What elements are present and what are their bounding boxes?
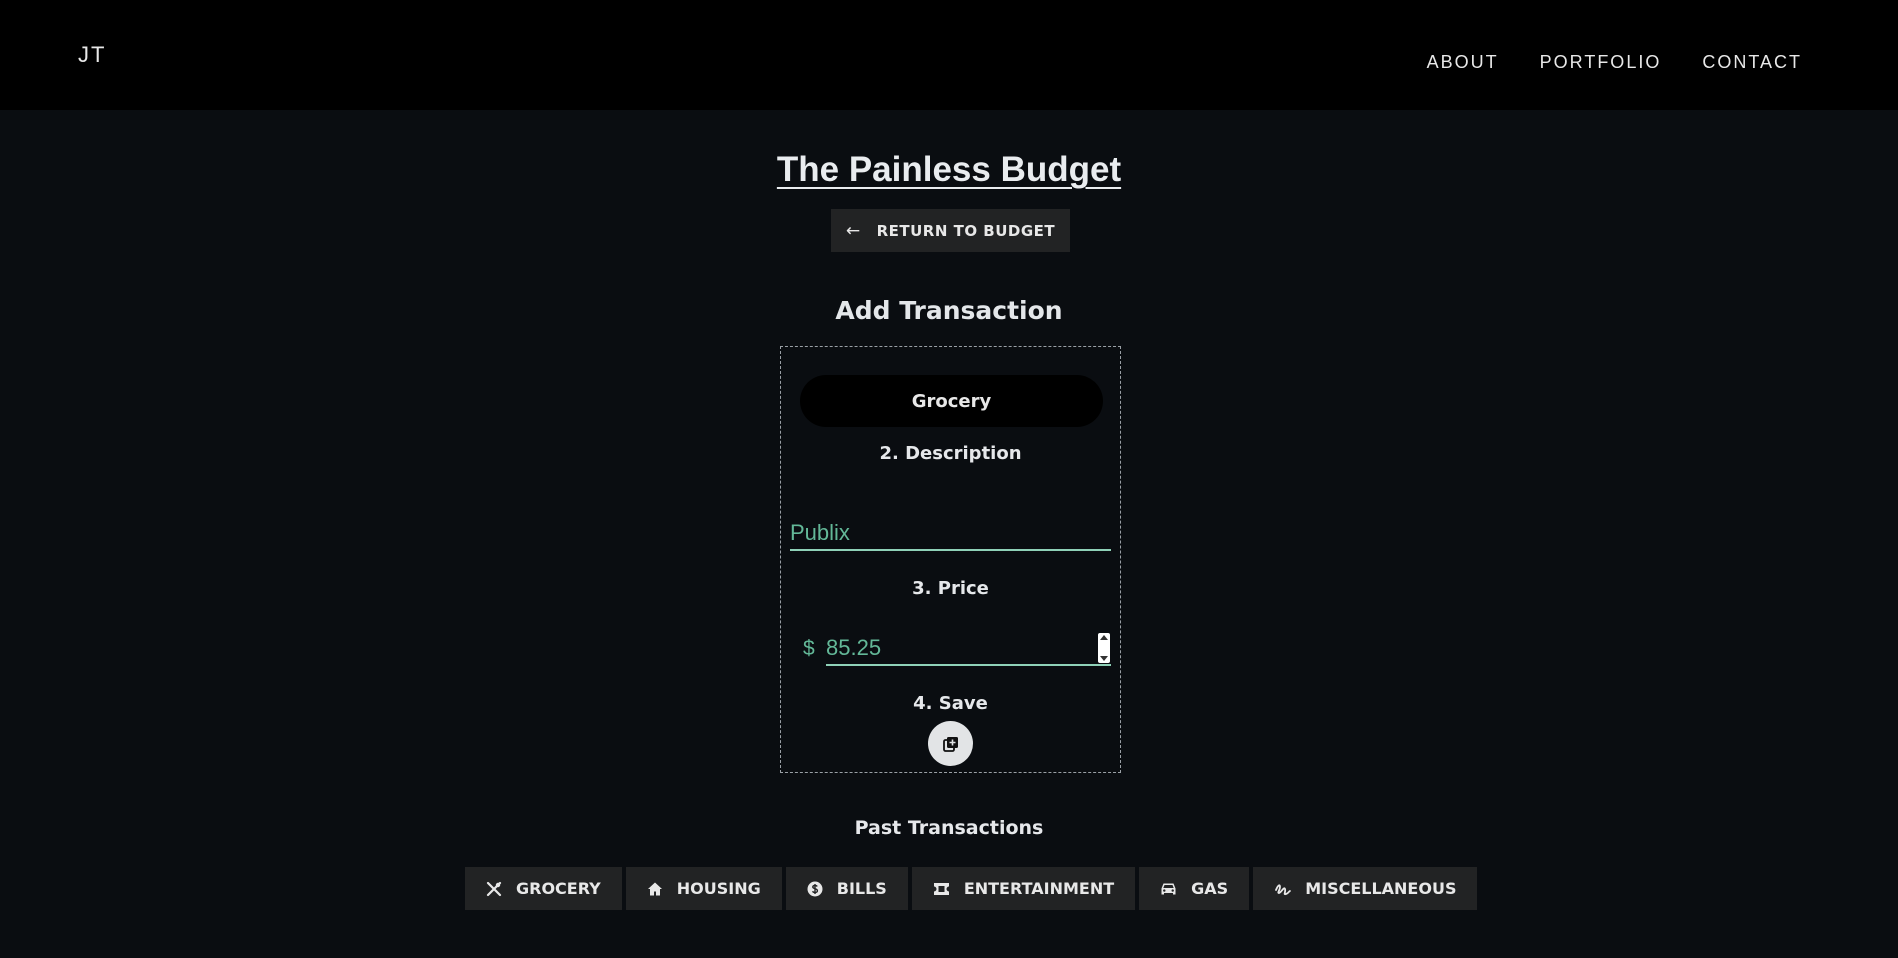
save-label: 4. Save — [913, 693, 988, 714]
top-navbar: JT ABOUT PORTFOLIO CONTACT — [0, 0, 1898, 110]
dollar-coin-icon — [807, 881, 823, 896]
return-button-label: RETURN TO BUDGET — [876, 221, 1056, 240]
stepper-down-icon[interactable] — [1100, 656, 1108, 661]
return-to-budget-button[interactable]: ← RETURN TO BUDGET — [831, 209, 1070, 252]
currency-symbol: $ — [803, 637, 815, 660]
grocery-filter-label: GROCERY — [516, 879, 601, 898]
page-title[interactable]: The Painless Budget — [0, 150, 1898, 190]
gas-filter-label: GAS — [1191, 879, 1229, 898]
add-transaction-heading: Add Transaction — [835, 296, 1063, 325]
bills-filter-label: BILLS — [836, 879, 887, 898]
housing-filter-button[interactable]: HOUSING — [625, 867, 782, 910]
miscellaneous-filter-button[interactable]: MISCELLANEOUS — [1253, 867, 1478, 910]
miscellaneous-filter-label: MISCELLANEOUS — [1305, 879, 1457, 898]
category-filter-bar: GROCERY HOUSING BILLS ENTERTAINMENT GAS … — [465, 867, 1478, 910]
nav-about-link[interactable]: ABOUT — [1427, 52, 1499, 73]
grocery-filter-button[interactable]: GROCERY — [465, 867, 622, 910]
site-logo[interactable]: JT — [78, 42, 106, 68]
gas-filter-button[interactable]: GAS — [1139, 867, 1250, 910]
bills-filter-button[interactable]: BILLS — [785, 867, 908, 910]
add-to-library-icon — [942, 736, 958, 752]
price-stepper[interactable] — [1098, 633, 1110, 663]
price-input[interactable] — [826, 632, 1111, 666]
utensils-icon — [486, 881, 502, 896]
car-icon — [1161, 883, 1176, 894]
description-input[interactable] — [790, 517, 1111, 551]
home-icon — [647, 882, 662, 895]
housing-filter-label: HOUSING — [676, 879, 761, 898]
price-label: 3. Price — [912, 578, 989, 599]
entertainment-filter-label: ENTERTAINMENT — [963, 879, 1115, 898]
entertainment-filter-button[interactable]: ENTERTAINMENT — [911, 867, 1136, 910]
nav-portfolio-link[interactable]: PORTFOLIO — [1540, 52, 1662, 73]
past-transactions-heading: Past Transactions — [854, 817, 1044, 839]
stepper-up-icon[interactable] — [1100, 635, 1108, 640]
nav-contact-link[interactable]: CONTACT — [1702, 52, 1802, 73]
main-nav: ABOUT PORTFOLIO CONTACT — [1427, 52, 1802, 73]
arrow-left-icon: ← — [845, 220, 861, 241]
add-transaction-form: Grocery 2. Description 3. Price $ 4. Sav… — [780, 346, 1121, 773]
save-button[interactable] — [928, 721, 973, 766]
squiggle-icon — [1275, 883, 1292, 895]
description-label: 2. Description — [879, 443, 1022, 464]
ticket-icon — [933, 882, 949, 895]
category-select[interactable]: Grocery — [800, 375, 1103, 427]
